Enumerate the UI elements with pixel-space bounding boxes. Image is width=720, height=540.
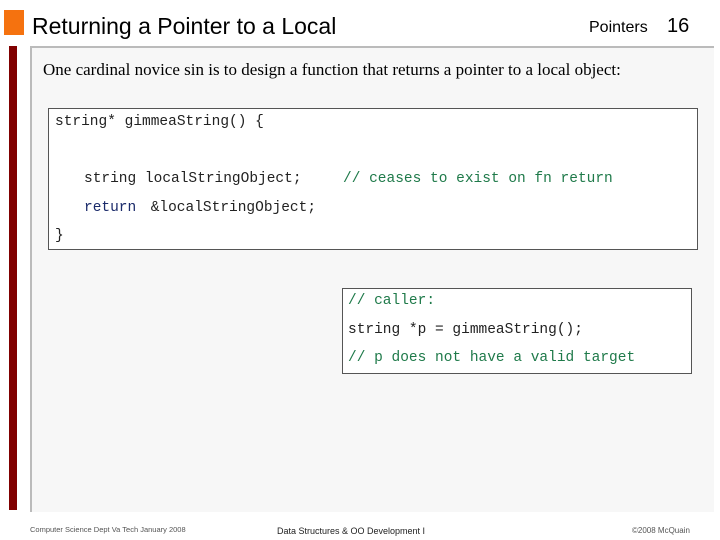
code-line: string* gimmeaString() { (55, 114, 264, 130)
code-keyword: return (84, 200, 137, 216)
intro-text: One cardinal novice sin is to design a f… (43, 60, 621, 79)
code-line: } (55, 228, 64, 244)
code-block-caller: // caller: string *p = gimmeaString(); /… (342, 288, 692, 374)
sidebar-bar (9, 46, 17, 510)
code-line: string localStringObject; (84, 171, 302, 187)
code-comment: // ceases to exist on fn return (343, 171, 613, 187)
section-label: Pointers (589, 19, 648, 36)
page-number: 16 (667, 15, 690, 37)
slide-title: Returning a Pointer to a Local (32, 13, 337, 39)
footer-center: Data Structures & OO Development I (277, 526, 426, 536)
code-comment: // caller: (348, 293, 436, 309)
code-line: &localStringObject; (142, 200, 317, 216)
code-comment: // p does not have a valid target (348, 350, 636, 366)
code-line: string *p = gimmeaString(); (348, 322, 583, 338)
code-block-function: string* gimmeaString() { string localStr… (48, 108, 698, 250)
title-accent-square (4, 10, 24, 35)
footer-left: Computer Science Dept Va Tech January 20… (30, 525, 186, 534)
footer-right: ©2008 McQuain (632, 526, 690, 535)
